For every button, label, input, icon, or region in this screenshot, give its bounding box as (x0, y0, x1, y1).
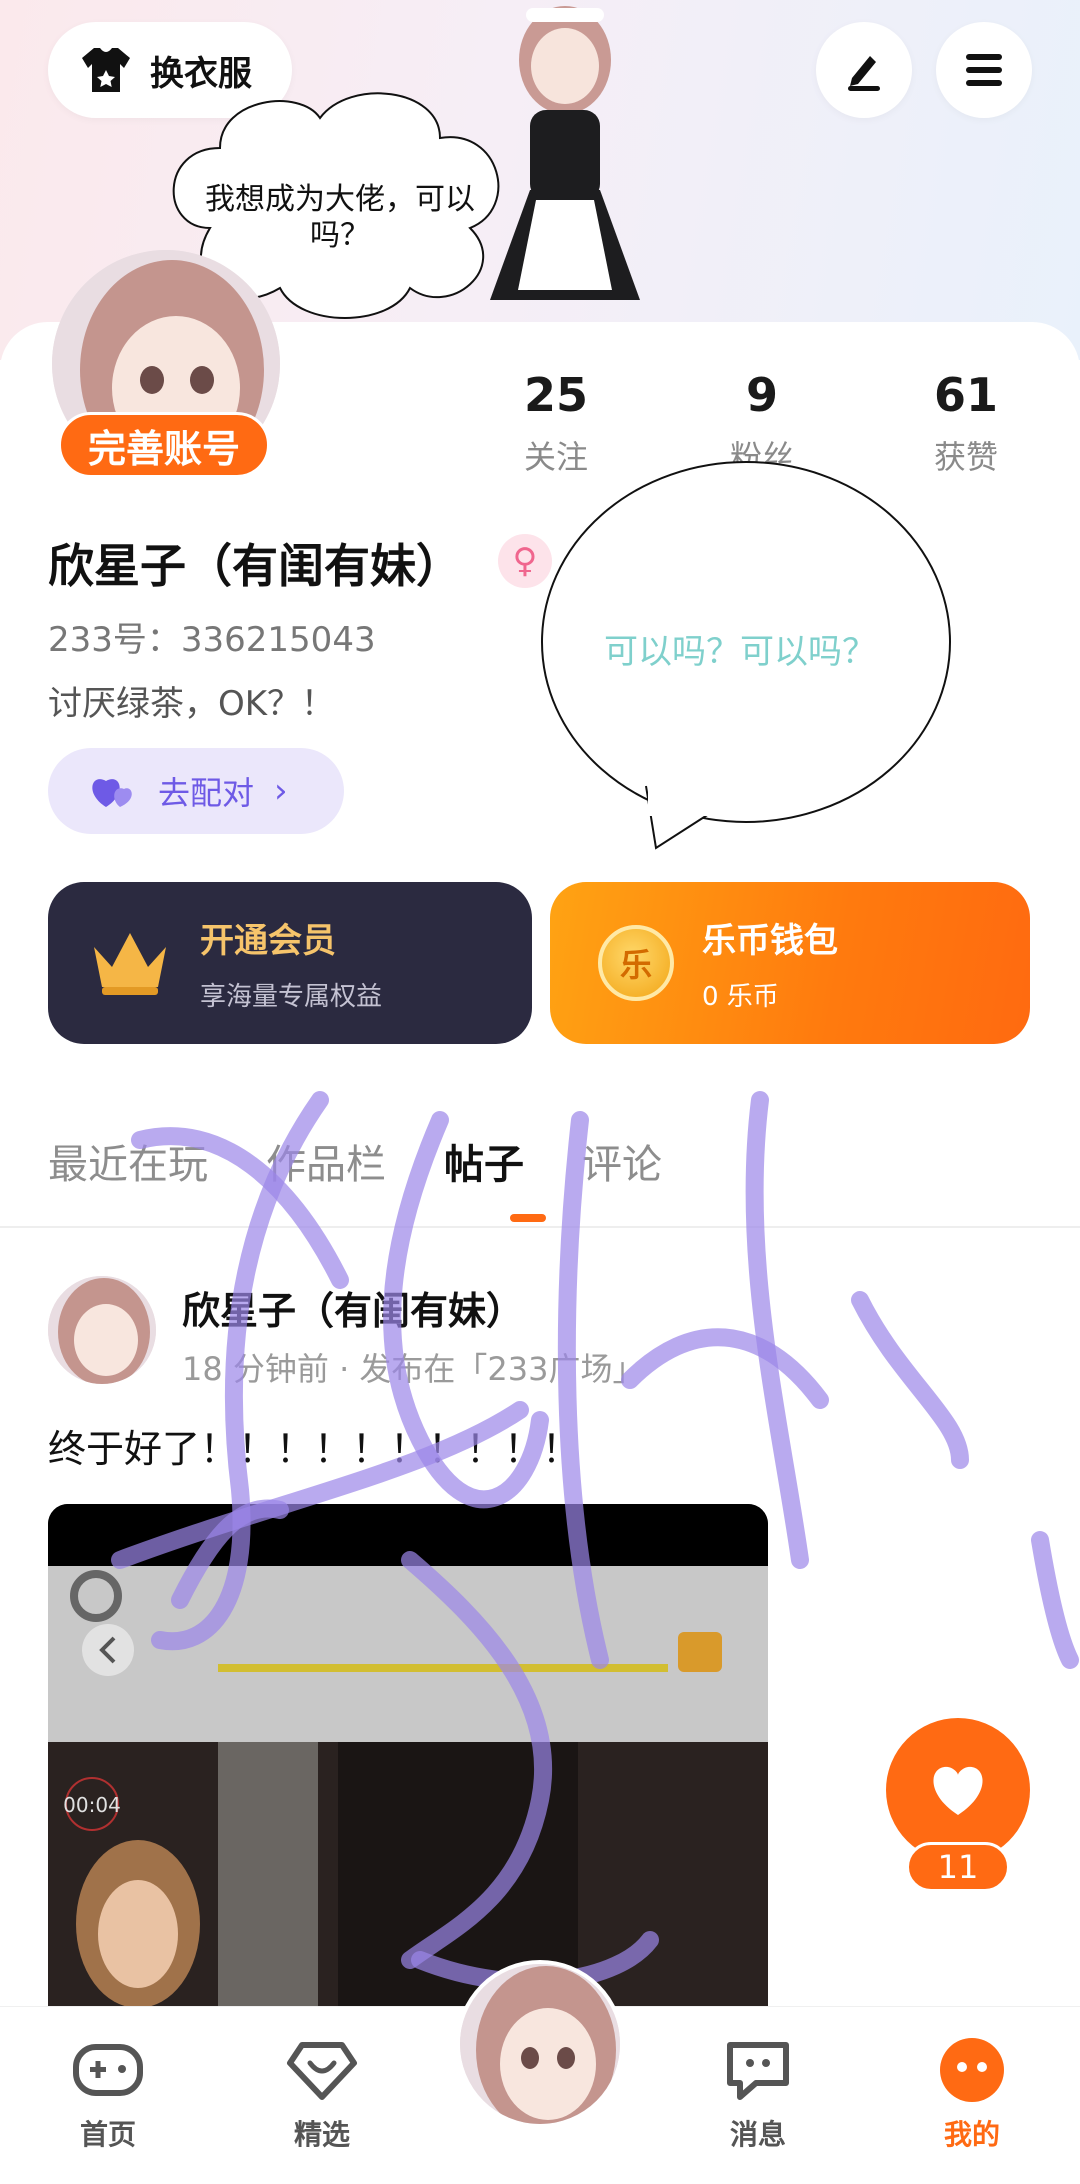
gamepad-icon (73, 2044, 143, 2096)
menu-button[interactable] (936, 22, 1032, 118)
nav-messages-label: 消息 (729, 2118, 786, 2151)
thought-bubble-text: 我想成为大佬，可以吗？ (205, 182, 475, 253)
video-timer: 00:04 (63, 1793, 121, 1817)
nav-featured[interactable]: 精选 (252, 2037, 392, 2153)
coin-icon: 乐 (598, 925, 674, 1001)
tab-comments[interactable]: 评论 (582, 1132, 662, 1190)
nav-me-label: 我的 (943, 2118, 1000, 2151)
tab-posts[interactable]: 帖子 (444, 1132, 524, 1190)
stat-likes-count: 61 (933, 368, 998, 422)
tabs-divider (0, 1226, 1080, 1228)
tab-recent-games[interactable]: 最近在玩 (48, 1132, 208, 1190)
profile-uid: 233号：336215043 (48, 620, 376, 660)
heart-badge-icon (287, 2042, 357, 2100)
speech-bubble-text: 可以吗？可以吗？ (604, 632, 876, 672)
crown-icon (94, 933, 166, 995)
nav-home[interactable]: 首页 (38, 2037, 178, 2153)
profile-tabs: 最近在玩 作品栏 帖子 评论 (48, 1132, 720, 1190)
tab-works[interactable]: 作品栏 (266, 1132, 386, 1190)
active-tab-indicator (510, 1214, 546, 1222)
complete-account-badge[interactable]: 完善账号 (58, 412, 270, 478)
post-author-avatar[interactable] (48, 1276, 156, 1384)
post-body-text: 终于好了！！！！！！！！！！ (48, 1427, 581, 1471)
wallet-card-title: 乐币钱包 (702, 921, 838, 961)
profile-bio: 讨厌绿茶，OK？！ (48, 684, 336, 724)
vip-card-subtitle: 享海量专属权益 (200, 982, 383, 1012)
vip-membership-card[interactable]: 开通会员 享海量专属权益 (48, 882, 532, 1044)
post-meta: 18 分钟前 · 发布在「233广场」 (182, 1350, 645, 1388)
nav-me[interactable]: 我的 (902, 2037, 1042, 2153)
stat-following-count: 25 (523, 368, 588, 422)
post-author-name[interactable]: 欣星子（有闺有妹） (182, 1280, 524, 1335)
hamburger-icon (966, 54, 1002, 86)
vip-card-title: 开通会员 (200, 921, 336, 961)
heart-icon (933, 1766, 983, 1815)
stat-followers-count: 9 (745, 368, 778, 422)
like-button[interactable] (886, 1718, 1030, 1862)
post-media-screenshot: 00:04 (48, 1504, 768, 2006)
nav-messages[interactable]: 消息 (688, 2037, 828, 2153)
post-media[interactable]: 00:04 (48, 1504, 768, 2006)
me-icon (940, 2038, 1004, 2102)
edit-button[interactable] (816, 22, 912, 118)
wallet-card-balance: 0 乐币 (702, 982, 779, 1012)
center-avatar-portrait (460, 1964, 620, 2124)
nav-home-label: 首页 (79, 2118, 136, 2151)
tshirt-icon (82, 48, 130, 92)
gender-symbol: ♀ (512, 541, 538, 581)
profile-nickname: 欣星子（有闺有妹） (48, 539, 462, 593)
chat-icon (727, 2042, 789, 2100)
wallet-card[interactable]: 乐 乐币钱包 0 乐币 (550, 882, 1030, 1044)
match-button[interactable]: 去配对 › (48, 748, 344, 834)
chevron-right-icon: › (274, 771, 288, 811)
nav-avatar-center[interactable] (456, 1960, 624, 2128)
match-button-label: 去配对 (158, 774, 255, 812)
pen-icon (848, 56, 880, 91)
nav-featured-label: 精选 (293, 2118, 350, 2151)
post-avatar-portrait (48, 1276, 156, 1384)
like-count: 11 (906, 1842, 1010, 1892)
double-heart-icon (92, 779, 132, 807)
